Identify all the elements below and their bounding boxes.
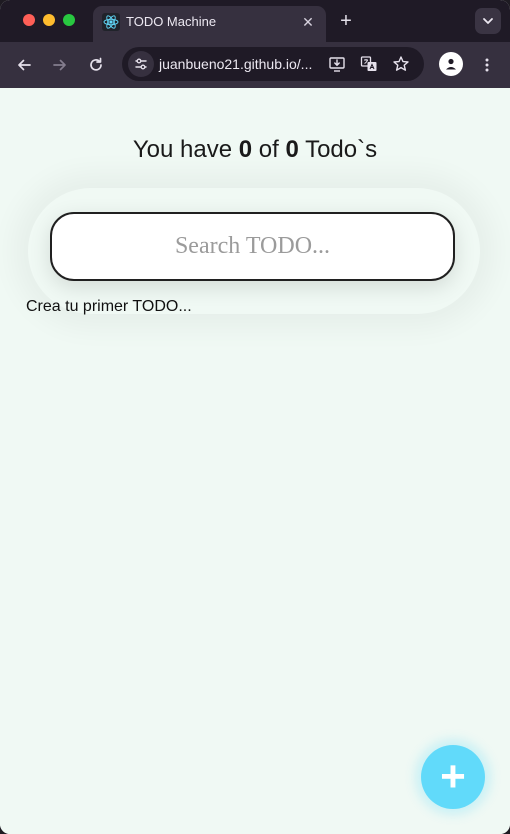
close-window-button[interactable] xyxy=(23,14,35,26)
menu-icon[interactable] xyxy=(473,51,501,79)
back-icon[interactable] xyxy=(10,51,38,79)
page-content: You have 0 of 0 Todo`s Crea tu primer TO… xyxy=(0,88,510,834)
tab-close-icon[interactable]: ✕ xyxy=(298,12,318,32)
todo-counter: You have 0 of 0 Todo`s xyxy=(0,136,510,164)
counter-completed: 0 xyxy=(238,136,253,163)
browser-window: TODO Machine ✕ + juanbueno21.github.io/.… xyxy=(0,0,510,834)
new-tab-button[interactable]: + xyxy=(335,10,357,32)
react-favicon-icon xyxy=(102,13,120,31)
counter-total: 0 xyxy=(285,136,299,163)
browser-toolbar: juanbueno21.github.io/... xyxy=(0,42,510,88)
forward-icon[interactable] xyxy=(46,51,74,79)
minimize-window-button[interactable] xyxy=(43,14,55,26)
counter-prefix: You have xyxy=(132,136,239,163)
profile-icon[interactable] xyxy=(439,52,463,76)
tab-strip: TODO Machine ✕ + xyxy=(0,0,510,42)
tab-search-icon[interactable] xyxy=(475,8,501,34)
tab-todo-machine[interactable]: TODO Machine ✕ xyxy=(93,6,326,42)
create-todo-button[interactable]: + xyxy=(421,745,485,809)
counter-middle: of xyxy=(252,136,286,163)
search-input[interactable] xyxy=(50,212,455,281)
url-text: juanbueno21.github.io/... xyxy=(159,56,313,72)
maximize-window-button[interactable] xyxy=(63,14,75,26)
address-bar[interactable]: juanbueno21.github.io/... xyxy=(122,47,424,81)
reload-icon[interactable] xyxy=(82,51,110,79)
site-info-icon[interactable] xyxy=(128,51,154,77)
tab-title: TODO Machine xyxy=(126,14,217,29)
translate-icon[interactable] xyxy=(359,54,379,74)
install-app-icon[interactable] xyxy=(327,54,347,74)
counter-suffix: Todo`s xyxy=(298,136,378,163)
bookmark-star-icon[interactable] xyxy=(391,54,411,74)
empty-message: Crea tu primer TODO... xyxy=(26,298,192,315)
